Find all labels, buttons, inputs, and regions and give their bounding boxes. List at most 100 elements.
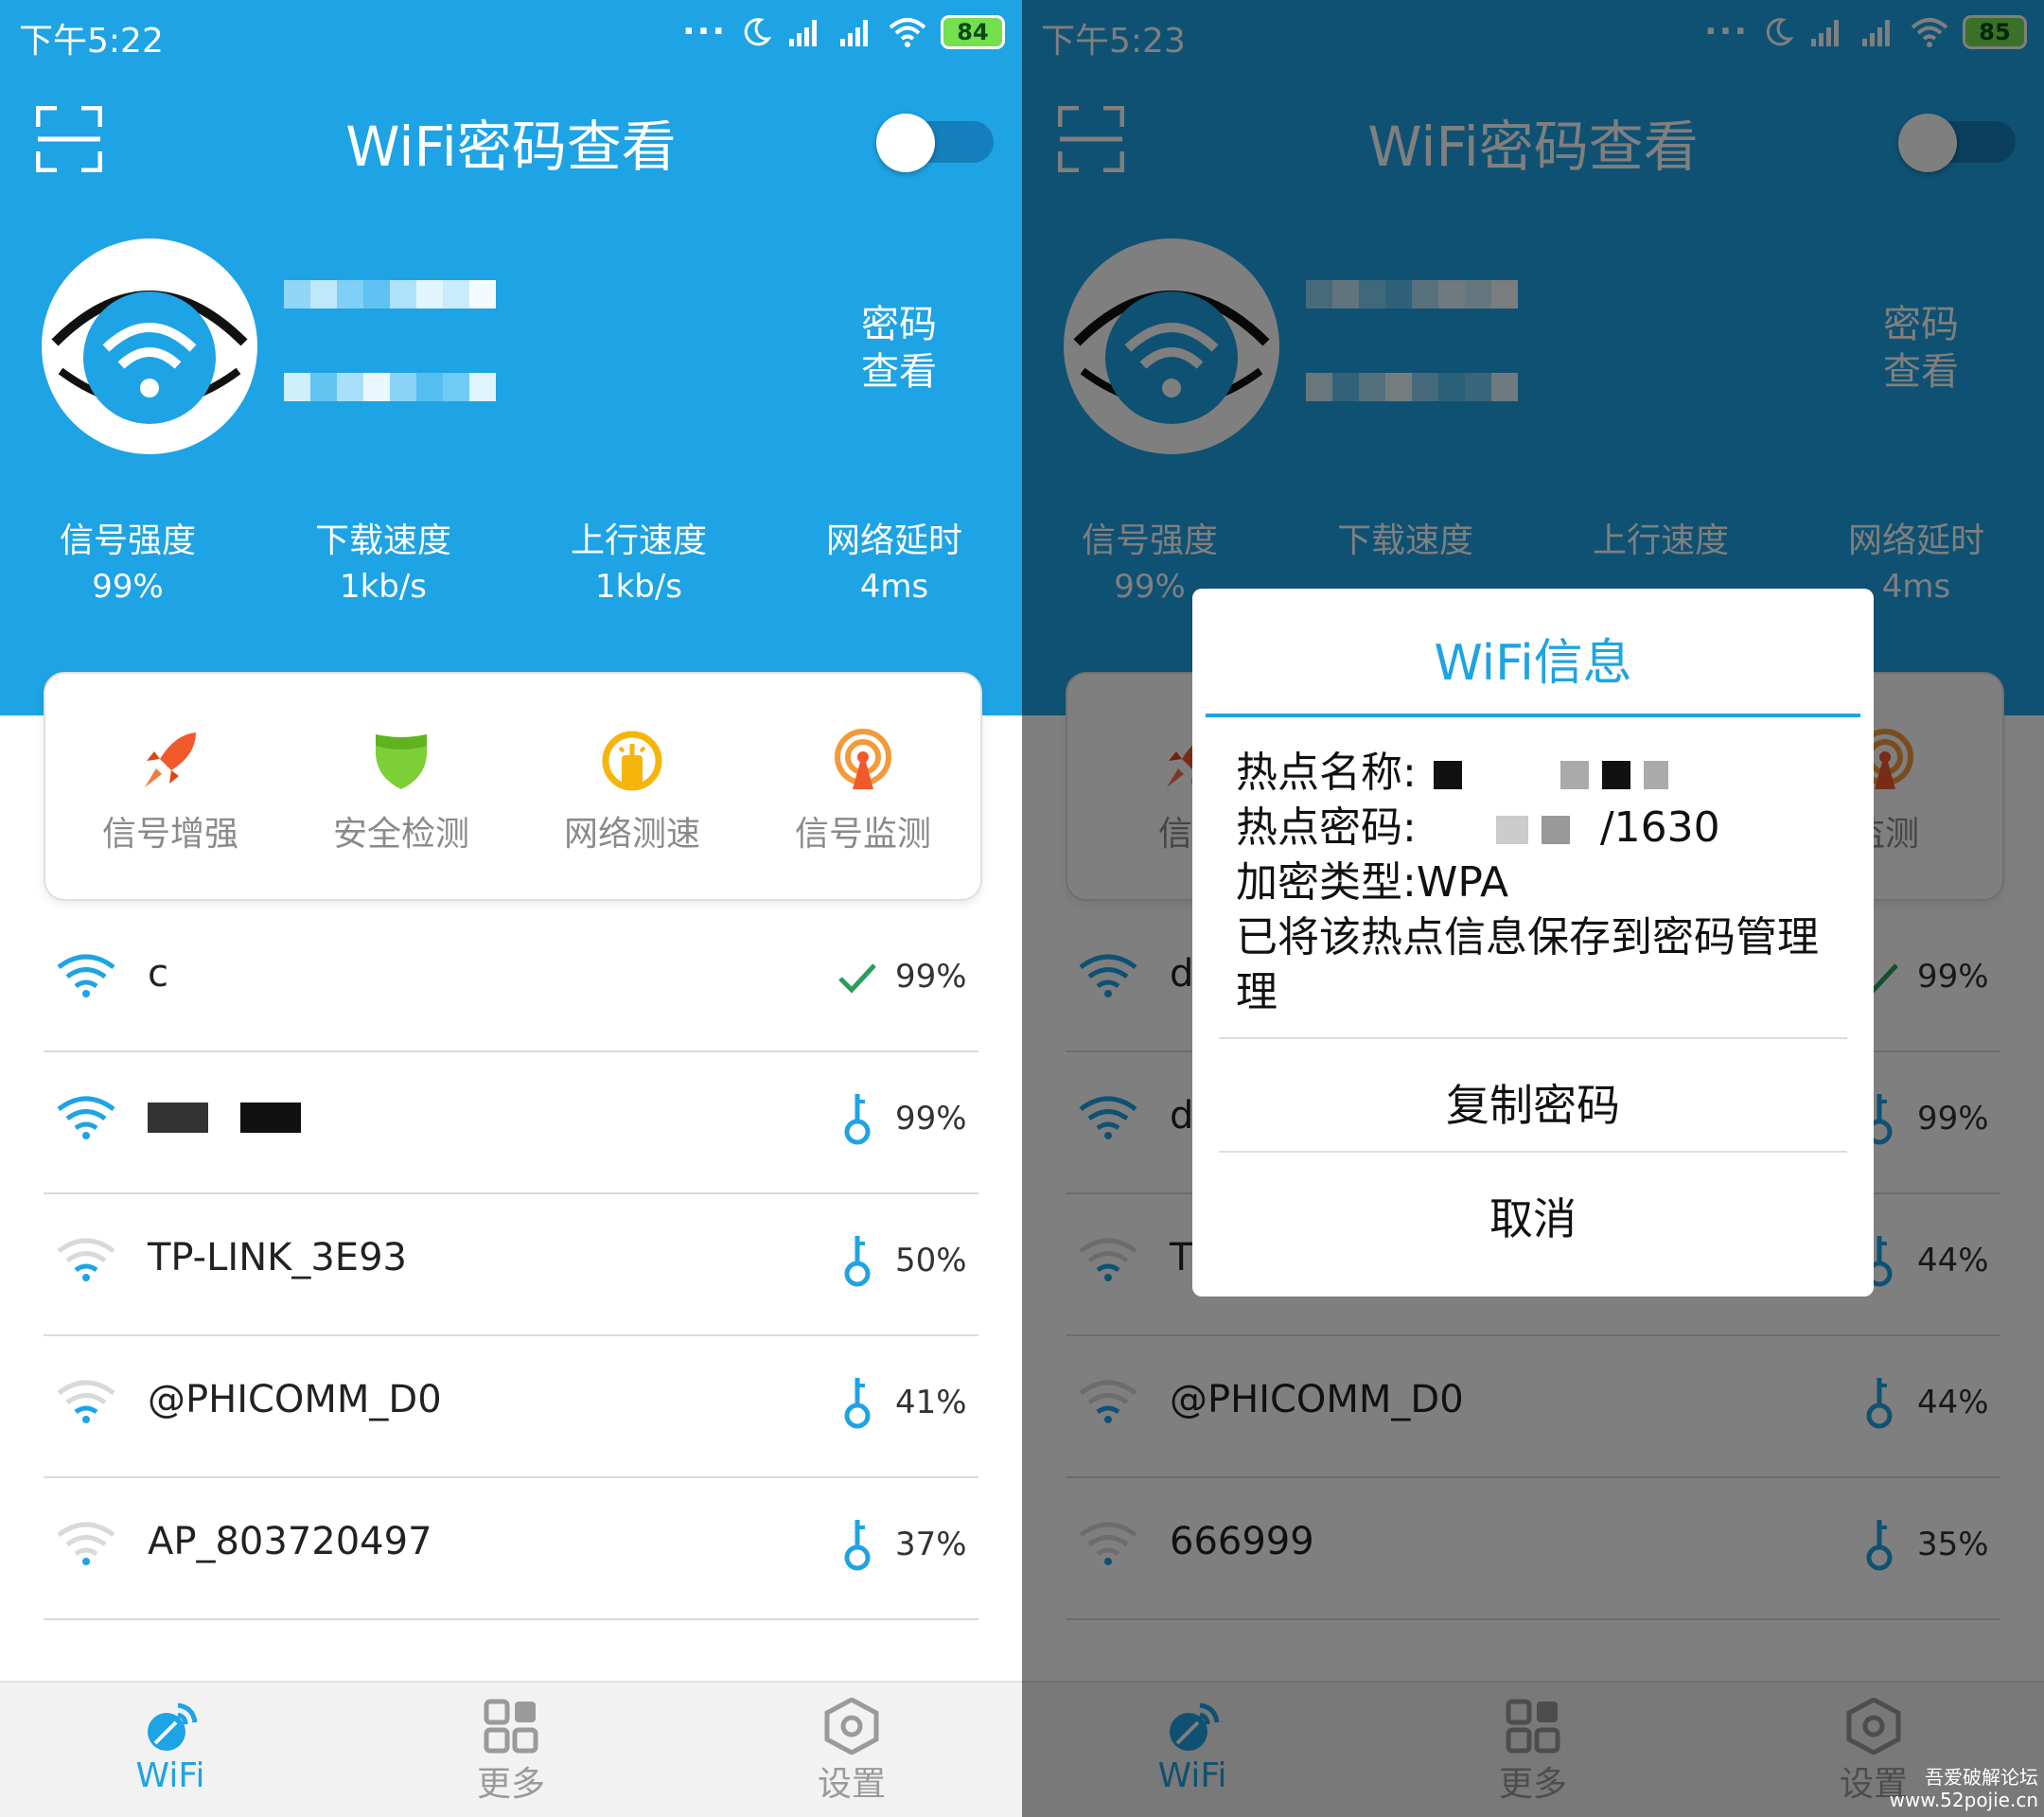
network-name: AP_803720497 bbox=[148, 1520, 432, 1563]
stat-label: 网络延时 bbox=[825, 521, 962, 560]
ip-address-pixelated bbox=[284, 373, 496, 401]
status-icons: ··· 84 bbox=[682, 13, 1005, 51]
dialog-divider bbox=[1219, 1151, 1847, 1153]
stat-value: 1kb/s bbox=[594, 568, 683, 606]
hotspot-name-line: 热点名称: bbox=[1236, 746, 1841, 801]
wifi-info-dialog: WiFi信息 热点名称: 热点密码: /1630 加密类型:WPA 已将该热点信… bbox=[1192, 589, 1874, 1297]
redaction-block bbox=[1495, 816, 1528, 844]
bottom-nav: WiFi 更多 设置 bbox=[0, 1681, 1022, 1817]
signal-tower-icon bbox=[835, 729, 891, 789]
stat-label: 上行速度 bbox=[570, 521, 707, 560]
wifi-row[interactable]: AP_803720497 37% bbox=[44, 1476, 978, 1620]
dialog-title-rule bbox=[1206, 714, 1860, 717]
copy-password-button[interactable]: 复制密码 bbox=[1192, 1071, 1874, 1134]
encryption-type-line: 加密类型:WPA bbox=[1236, 858, 1509, 907]
network-name: c bbox=[148, 952, 168, 996]
signal-percent: 37% bbox=[895, 1526, 967, 1563]
nav-item-more[interactable]: 更多 bbox=[416, 1698, 606, 1806]
watermark: 吾爱破解论坛 www.52pojie.cn bbox=[1890, 1766, 2038, 1811]
tool-label: 信号监测 bbox=[794, 815, 931, 854]
stat-signal-strength: 信号强度 99% bbox=[19, 519, 237, 609]
eye-wifi-icon bbox=[51, 291, 248, 424]
phone-screen-left: 下午5:22 ··· 84 WiFi密码查看 密码 查看 信号强度 99% 下载… bbox=[0, 0, 1022, 1817]
hotspot-password-line: 热点密码: /1630 bbox=[1236, 801, 1841, 856]
status-time: 下午5:22 bbox=[19, 22, 164, 61]
saved-message-line-cont: 理 bbox=[1236, 968, 1278, 1016]
stat-latency: 网络延时 4ms bbox=[785, 519, 1003, 609]
redaction-block bbox=[1541, 816, 1570, 844]
watermark-line1: 吾爱破解论坛 bbox=[1925, 1766, 2038, 1789]
rocket-icon bbox=[145, 732, 196, 787]
key-icon bbox=[844, 1378, 871, 1429]
wifi-medium-icon bbox=[57, 1238, 115, 1281]
nav-item-settings[interactable]: 设置 bbox=[757, 1698, 946, 1806]
redaction-block bbox=[240, 1103, 301, 1133]
wifi-row[interactable]: TP-LINK_3E93 50% bbox=[44, 1192, 978, 1336]
tool-signal-monitor[interactable]: 信号监测 bbox=[768, 727, 958, 856]
redaction-block bbox=[148, 1103, 208, 1133]
hotspot-password-tail: /1630 bbox=[1599, 803, 1720, 852]
header: 下午5:22 ··· 84 WiFi密码查看 密码 查看 信号强度 99% 下载… bbox=[0, 0, 1022, 715]
connected-network-info bbox=[284, 280, 568, 403]
tool-label: 网络测速 bbox=[563, 815, 700, 854]
wifi-strong-icon bbox=[57, 1096, 115, 1139]
tool-signal-boost[interactable]: 信号增强 bbox=[76, 727, 265, 856]
signal-percent: 41% bbox=[895, 1384, 967, 1421]
stat-download-speed: 下载速度 1kb/s bbox=[274, 519, 492, 609]
nav-item-wifi[interactable]: WiFi bbox=[76, 1698, 265, 1795]
stat-value: 4ms bbox=[859, 568, 929, 606]
dialog-body: 热点名称: 热点密码: /1630 加密类型:WPA 已将该热点信息保存到密码管… bbox=[1236, 746, 1841, 1020]
redaction-block bbox=[1643, 761, 1668, 789]
stat-value: 1kb/s bbox=[339, 568, 428, 606]
wifi-satellite-icon bbox=[148, 1702, 198, 1751]
redaction-block bbox=[1559, 761, 1589, 789]
hotspot-password-label: 热点密码: bbox=[1236, 803, 1417, 852]
grid-icon bbox=[484, 1699, 538, 1754]
status-bar: 下午5:22 ··· 84 bbox=[0, 0, 1022, 72]
signal-percent: 99% bbox=[895, 1100, 967, 1138]
wifi-weak-icon bbox=[57, 1380, 115, 1423]
wifi-row[interactable]: c 99% bbox=[44, 908, 978, 1052]
stat-value: 99% bbox=[92, 568, 164, 606]
cancel-button[interactable]: 取消 bbox=[1192, 1185, 1874, 1247]
moon-icon bbox=[744, 18, 772, 46]
redaction-block bbox=[1601, 761, 1630, 789]
wifi-row[interactable]: 99% bbox=[44, 1050, 978, 1194]
toggle-switch[interactable] bbox=[876, 114, 994, 172]
shield-icon bbox=[376, 734, 427, 789]
dialog-title: WiFi信息 bbox=[1434, 635, 1632, 692]
saved-message-line: 已将该热点信息保存到密码管理 bbox=[1236, 913, 1819, 961]
nav-label: WiFi bbox=[135, 1756, 205, 1795]
toolbar: WiFi密码查看 bbox=[0, 85, 1022, 189]
stat-upload-speed: 上行速度 1kb/s bbox=[530, 519, 748, 609]
nav-label: 更多 bbox=[476, 1765, 545, 1804]
screens-container: 下午5:22 ··· 84 WiFi密码查看 密码 查看 信号强度 99% 下载… bbox=[0, 0, 2044, 1817]
key-icon bbox=[844, 1520, 871, 1571]
watermark-line2: www.52pojie.cn bbox=[1889, 1789, 2038, 1811]
dialog-divider bbox=[1219, 1037, 1847, 1039]
wifi-strong-icon bbox=[57, 954, 115, 997]
wifi-row[interactable]: @PHICOMM_D0 41% bbox=[44, 1334, 978, 1478]
nav-label: 设置 bbox=[817, 1765, 886, 1804]
network-name-redacted bbox=[148, 1094, 333, 1138]
cell-signal-icon bbox=[789, 20, 817, 46]
tool-label: 安全检测 bbox=[332, 815, 469, 854]
redaction-block bbox=[1433, 761, 1462, 789]
eye-logo bbox=[42, 238, 257, 454]
signal-percent: 99% bbox=[895, 958, 967, 996]
password-view-button[interactable]: 密码查看 bbox=[852, 301, 946, 396]
stats-row: 信号强度 99% 下载速度 1kb/s 上行速度 1kb/s 网络延时 4ms bbox=[0, 519, 1022, 623]
wifi-weak-icon bbox=[57, 1522, 115, 1565]
tool-label: 信号增强 bbox=[101, 815, 238, 854]
cell-signal-icon-2 bbox=[840, 20, 868, 46]
stat-label: 信号强度 bbox=[59, 521, 196, 560]
key-icon bbox=[844, 1236, 871, 1287]
tool-speed-test[interactable]: 网络测速 bbox=[537, 727, 727, 856]
tool-security-check[interactable]: 安全检测 bbox=[307, 727, 496, 856]
speedometer-icon bbox=[602, 731, 662, 791]
network-name-pixelated bbox=[284, 280, 496, 309]
toggle-knob bbox=[876, 114, 935, 172]
tools-card: 信号增强 安全检测 网络测速 信号监测 bbox=[44, 672, 982, 901]
hotspot-name-label: 热点名称: bbox=[1236, 749, 1417, 797]
network-name: @PHICOMM_D0 bbox=[148, 1378, 442, 1421]
